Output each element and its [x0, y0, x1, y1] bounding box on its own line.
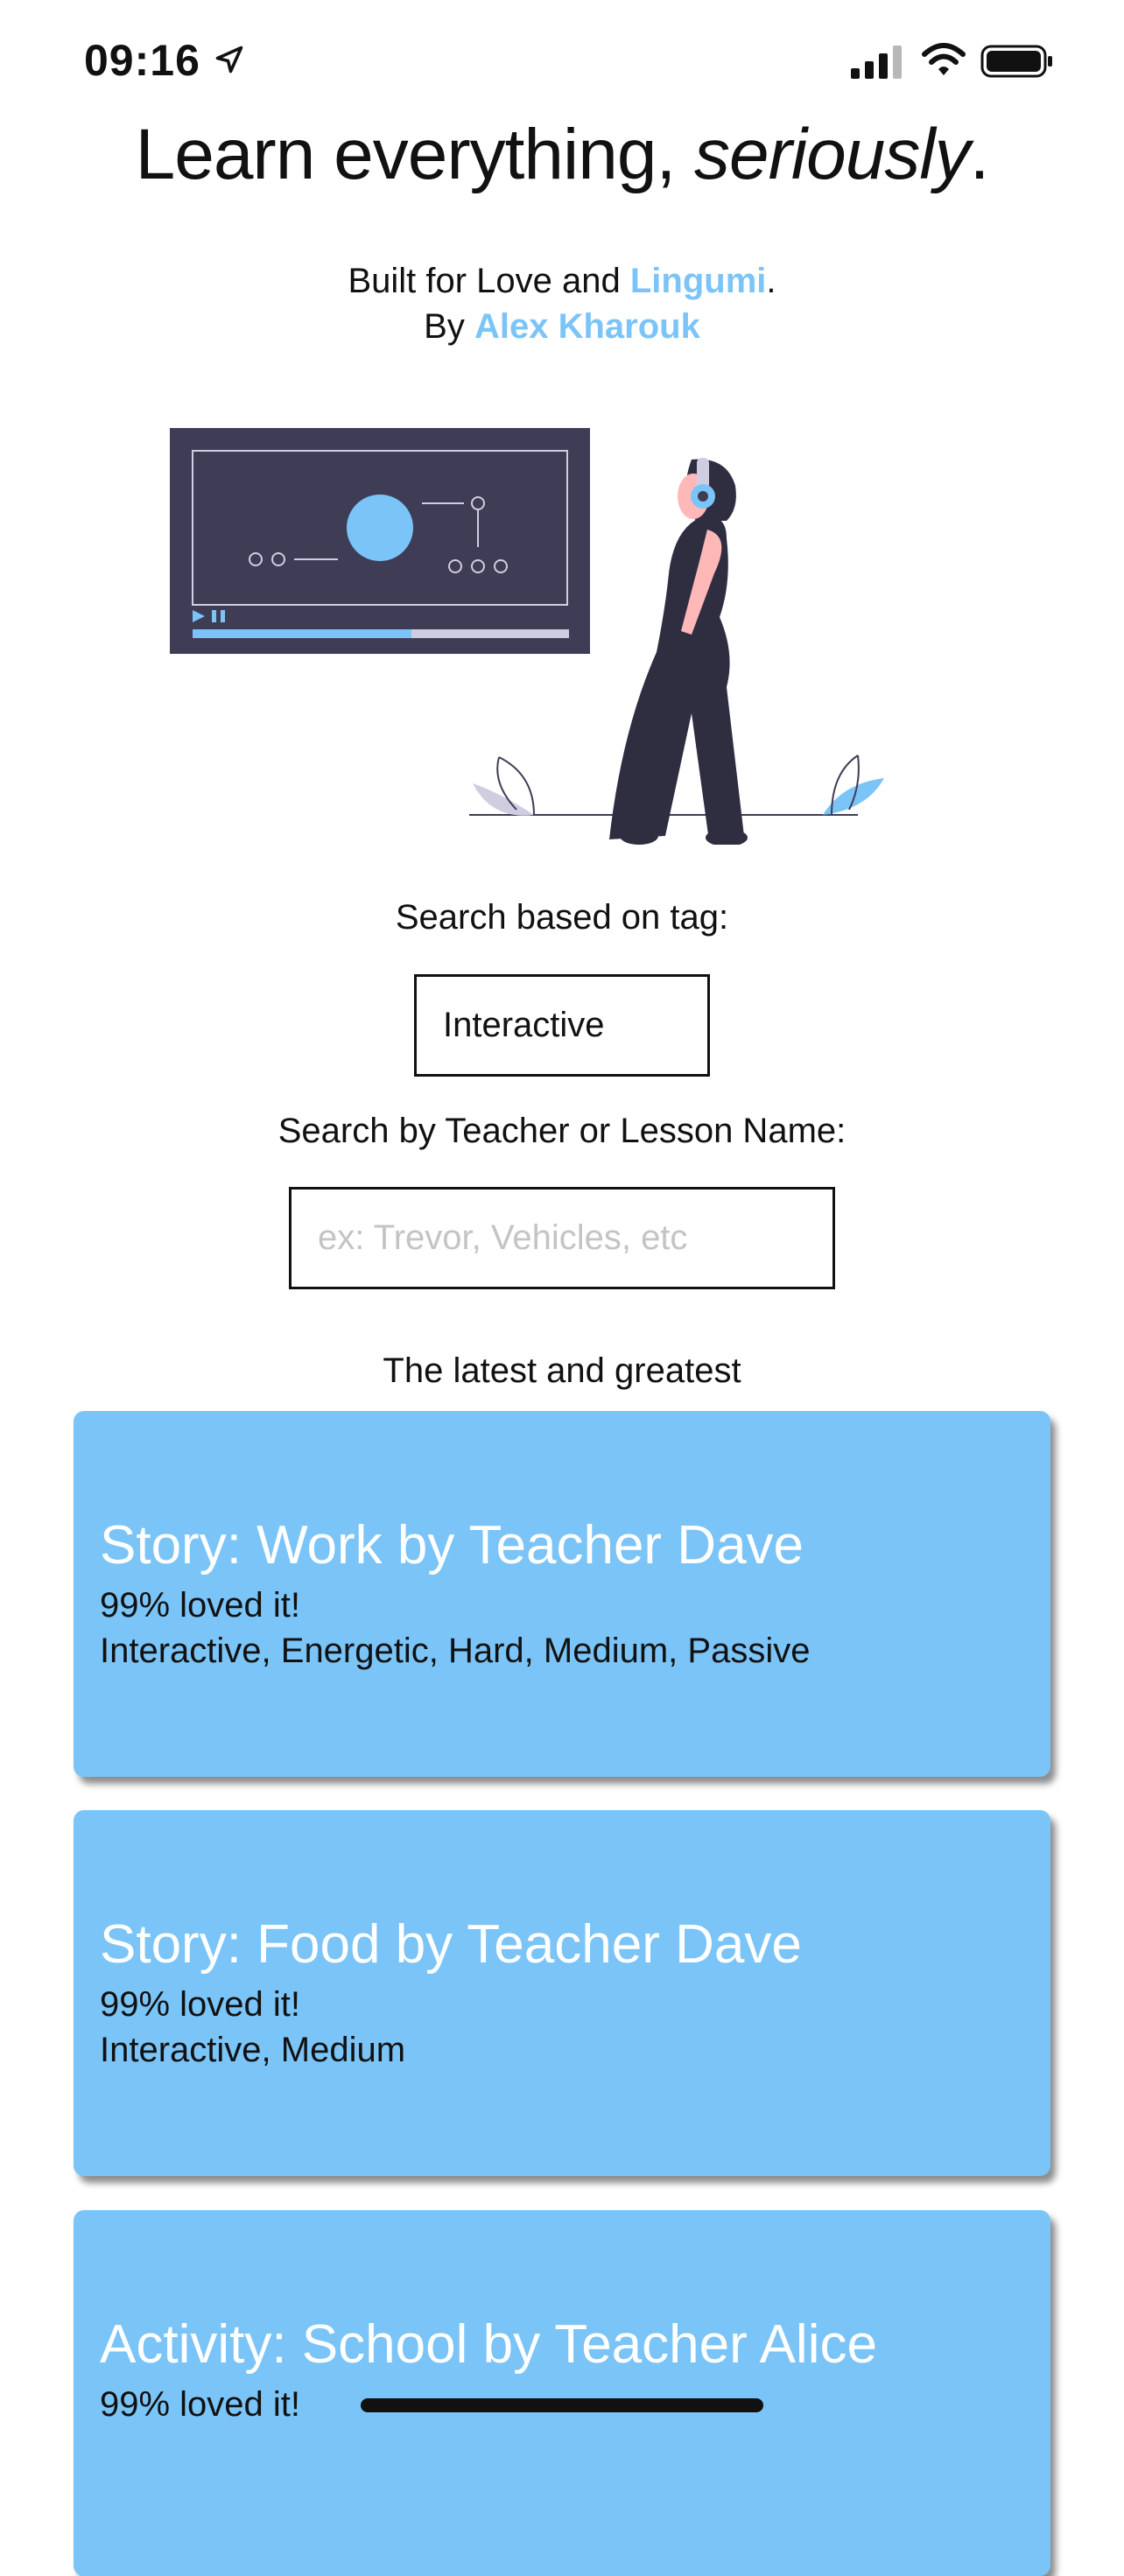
- built-suffix: .: [766, 262, 776, 300]
- lesson-title: Story: Work by Teacher Dave: [100, 1515, 804, 1576]
- lesson-rating: 99% loved it!: [100, 1985, 301, 2024]
- name-search-input[interactable]: [289, 1187, 835, 1289]
- wifi-icon: [922, 43, 966, 75]
- lesson-card[interactable]: Story: Food by Teacher Dave 99% loved it…: [74, 1810, 1050, 2176]
- lesson-card[interactable]: Story: Work by Teacher Dave 99% loved it…: [74, 1411, 1050, 1777]
- lesson-title: Story: Food by Teacher Dave: [100, 1914, 802, 1975]
- lesson-title: Activity: School by Teacher Alice: [100, 2314, 877, 2375]
- tag-search-label: Search based on tag:: [395, 898, 729, 937]
- lesson-rating: 99% loved it!: [100, 2385, 301, 2424]
- lesson-rating: 99% loved it!: [100, 1586, 301, 1625]
- lesson-tags: Interactive, Medium: [100, 2031, 406, 2069]
- title-main: Learn everything,: [135, 115, 695, 194]
- cellular-signal-icon: [851, 46, 902, 79]
- lesson-card[interactable]: Activity: School by Teacher Alice 99% lo…: [74, 2210, 1050, 2576]
- name-search-label: Search by Teacher or Lesson Name:: [277, 1112, 847, 1150]
- home-indicator[interactable]: [361, 2398, 763, 2412]
- title-period: .: [969, 115, 990, 194]
- author-link[interactable]: Alex Kharouk: [474, 307, 700, 346]
- status-time: 09:16: [84, 36, 200, 85]
- status-bar: 09:16: [0, 0, 1124, 123]
- page-title: Learn everything, seriously.: [0, 114, 1124, 196]
- location-arrow-icon: [215, 46, 243, 74]
- author-line: By Alex Kharouk: [0, 304, 1124, 349]
- battery-icon: [980, 45, 1052, 78]
- title-italic: seriously: [694, 115, 971, 194]
- by-prefix: By: [424, 307, 474, 346]
- tag-search-input[interactable]: [414, 974, 710, 1077]
- lesson-tags: Interactive, Energetic, Hard, Medium, Pa…: [100, 1632, 811, 1670]
- built-line: Built for Love and Lingumi.: [0, 258, 1124, 304]
- hero-illustration: [170, 428, 884, 845]
- section-title: The latest and greatest: [383, 1351, 741, 1390]
- built-prefix: Built for Love and: [348, 262, 630, 300]
- lingumi-link[interactable]: Lingumi: [630, 262, 767, 300]
- credits: Built for Love and Lingumi. By Alex Khar…: [0, 258, 1124, 349]
